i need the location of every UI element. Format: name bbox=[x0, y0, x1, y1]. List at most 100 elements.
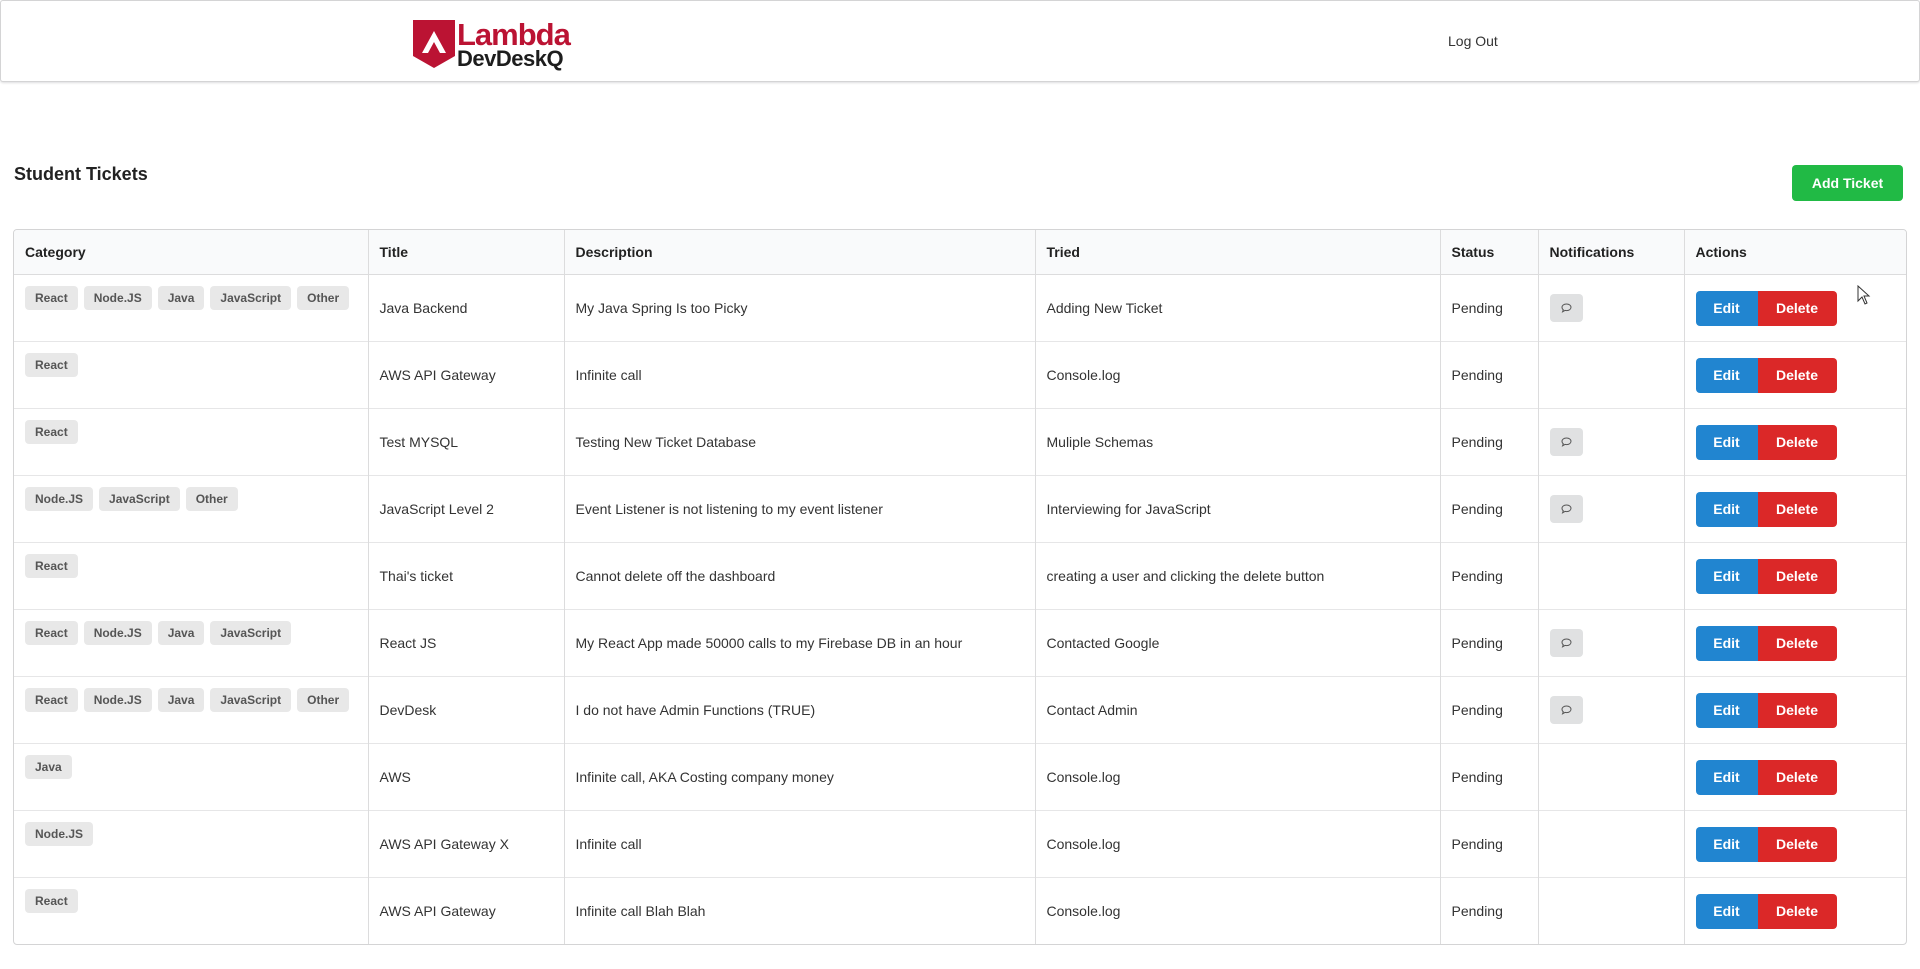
title-cell: Java Backend bbox=[367, 274, 564, 342]
category-tag: Java bbox=[157, 688, 205, 712]
status-cell: Pending bbox=[1439, 408, 1538, 476]
actions-cell: Edit Delete bbox=[1683, 609, 1906, 677]
description-cell: My React App made 50000 calls to my Fire… bbox=[563, 609, 1035, 677]
status-cell: Pending bbox=[1439, 475, 1538, 543]
add-ticket-button[interactable]: Add Ticket bbox=[1792, 165, 1903, 201]
edit-button[interactable]: Edit bbox=[1695, 357, 1758, 393]
status-cell: Pending bbox=[1439, 877, 1538, 944]
lambda-devdeskq-logo[interactable]: Lambda DevDeskQ bbox=[413, 19, 571, 69]
description-cell: Infinite call bbox=[563, 341, 1035, 409]
tried-cell: Muliple Schemas bbox=[1034, 408, 1440, 476]
notification-button[interactable] bbox=[1549, 294, 1583, 322]
edit-button[interactable]: Edit bbox=[1695, 826, 1758, 862]
table-row: React Node.JS Java JavaScript Other DevDesk I … bbox=[14, 676, 1906, 744]
edit-button[interactable]: Edit bbox=[1695, 692, 1758, 728]
mouse-cursor-icon bbox=[1857, 285, 1871, 305]
notifications-cell bbox=[1537, 408, 1684, 476]
delete-button[interactable]: Delete bbox=[1757, 826, 1837, 862]
top-navbar: Lambda DevDeskQ Log Out bbox=[0, 0, 1920, 82]
category-tag: Other bbox=[297, 286, 350, 310]
notification-button[interactable] bbox=[1549, 495, 1583, 523]
table-row: Node.JS JavaScript Other JavaScript Level 2… bbox=[14, 475, 1906, 543]
actions-cell: Edit Delete bbox=[1683, 810, 1906, 878]
tried-cell: Interviewing for JavaScript bbox=[1034, 475, 1440, 543]
comment-icon bbox=[1560, 705, 1572, 715]
notifications-cell bbox=[1537, 341, 1684, 409]
edit-button[interactable]: Edit bbox=[1695, 625, 1758, 661]
table-row: React Thai's ticket Cannot delete off the … bbox=[14, 542, 1906, 610]
actions-cell: Edit Delete bbox=[1683, 274, 1906, 342]
column-header-notifications: Notifications bbox=[1537, 230, 1684, 275]
table-row: React Node.JS Java JavaScript React JS My Rea… bbox=[14, 609, 1906, 677]
notification-button[interactable] bbox=[1549, 629, 1583, 657]
title-cell: JavaScript Level 2 bbox=[367, 475, 564, 543]
edit-button[interactable]: Edit bbox=[1695, 893, 1758, 929]
delete-button[interactable]: Delete bbox=[1757, 357, 1837, 393]
table-row: React AWS API Gateway Infinite call Blah B… bbox=[14, 877, 1906, 944]
comment-icon bbox=[1560, 303, 1572, 313]
table-row: React Node.JS Java JavaScript Other Java Back… bbox=[14, 274, 1906, 342]
actions-cell: Edit Delete bbox=[1683, 676, 1906, 744]
delete-button[interactable]: Delete bbox=[1757, 759, 1837, 795]
category-tag: React bbox=[25, 554, 78, 578]
edit-button[interactable]: Edit bbox=[1695, 759, 1758, 795]
notifications-cell bbox=[1537, 542, 1684, 610]
notifications-cell bbox=[1537, 274, 1684, 342]
column-header-category: Category bbox=[14, 230, 368, 275]
tried-cell: Contact Admin bbox=[1034, 676, 1440, 744]
category-tag: React bbox=[25, 353, 78, 377]
logout-link[interactable]: Log Out bbox=[1448, 33, 1498, 49]
title-cell: DevDesk bbox=[367, 676, 564, 744]
tried-cell: Console.log bbox=[1034, 810, 1440, 878]
title-cell: Test MYSQL bbox=[367, 408, 564, 476]
column-header-actions: Actions bbox=[1683, 230, 1906, 275]
row-action-buttons: Edit Delete bbox=[1695, 692, 1837, 728]
tried-cell: Console.log bbox=[1034, 743, 1440, 811]
category-tag: Other bbox=[297, 688, 350, 712]
actions-cell: Edit Delete bbox=[1683, 743, 1906, 811]
description-cell: Event Listener is not listening to my ev… bbox=[563, 475, 1035, 543]
status-cell: Pending bbox=[1439, 542, 1538, 610]
category-cell: React Node.JS Java JavaScript Other bbox=[14, 275, 368, 342]
delete-button[interactable]: Delete bbox=[1757, 558, 1837, 594]
edit-button[interactable]: Edit bbox=[1695, 491, 1758, 527]
category-cell: React bbox=[14, 542, 368, 610]
notification-button[interactable] bbox=[1549, 696, 1583, 724]
page-title: Student Tickets bbox=[14, 164, 148, 184]
column-header-description: Description bbox=[563, 230, 1035, 275]
delete-button[interactable]: Delete bbox=[1757, 893, 1837, 929]
category-tag: React bbox=[25, 889, 78, 913]
notifications-cell bbox=[1537, 877, 1684, 944]
description-cell: I do not have Admin Functions (TRUE) bbox=[563, 676, 1035, 744]
category-tag: React bbox=[25, 621, 78, 645]
edit-button[interactable]: Edit bbox=[1695, 290, 1758, 326]
title-cell: AWS bbox=[367, 743, 564, 811]
row-action-buttons: Edit Delete bbox=[1695, 826, 1837, 862]
edit-button[interactable]: Edit bbox=[1695, 424, 1758, 460]
row-action-buttons: Edit Delete bbox=[1695, 558, 1837, 594]
notification-button[interactable] bbox=[1549, 428, 1583, 456]
table-row: Java AWS Infinite call, AKA Costing compan… bbox=[14, 743, 1906, 811]
category-tag: JavaScript bbox=[210, 621, 292, 645]
tickets-table-body: React Node.JS Java JavaScript Other Java Back… bbox=[14, 274, 1906, 944]
description-cell: Cannot delete off the dashboard bbox=[563, 542, 1035, 610]
category-tag: JavaScript bbox=[99, 487, 180, 511]
delete-button[interactable]: Delete bbox=[1757, 424, 1837, 460]
delete-button[interactable]: Delete bbox=[1757, 290, 1837, 326]
delete-button[interactable]: Delete bbox=[1757, 692, 1837, 728]
actions-cell: Edit Delete bbox=[1683, 341, 1906, 409]
delete-button[interactable]: Delete bbox=[1757, 491, 1837, 527]
notifications-cell bbox=[1537, 810, 1684, 878]
category-tag: JavaScript bbox=[210, 688, 292, 712]
status-cell: Pending bbox=[1439, 609, 1538, 677]
tried-cell: Contacted Google bbox=[1034, 609, 1440, 677]
description-cell: Testing New Ticket Database bbox=[563, 408, 1035, 476]
column-header-title: Title bbox=[367, 230, 564, 275]
delete-button[interactable]: Delete bbox=[1757, 625, 1837, 661]
row-action-buttons: Edit Delete bbox=[1695, 625, 1837, 661]
edit-button[interactable]: Edit bbox=[1695, 558, 1758, 594]
notifications-cell bbox=[1537, 743, 1684, 811]
category-tag: Java bbox=[157, 286, 205, 310]
notifications-cell bbox=[1537, 676, 1684, 744]
category-tag: React bbox=[25, 688, 78, 712]
